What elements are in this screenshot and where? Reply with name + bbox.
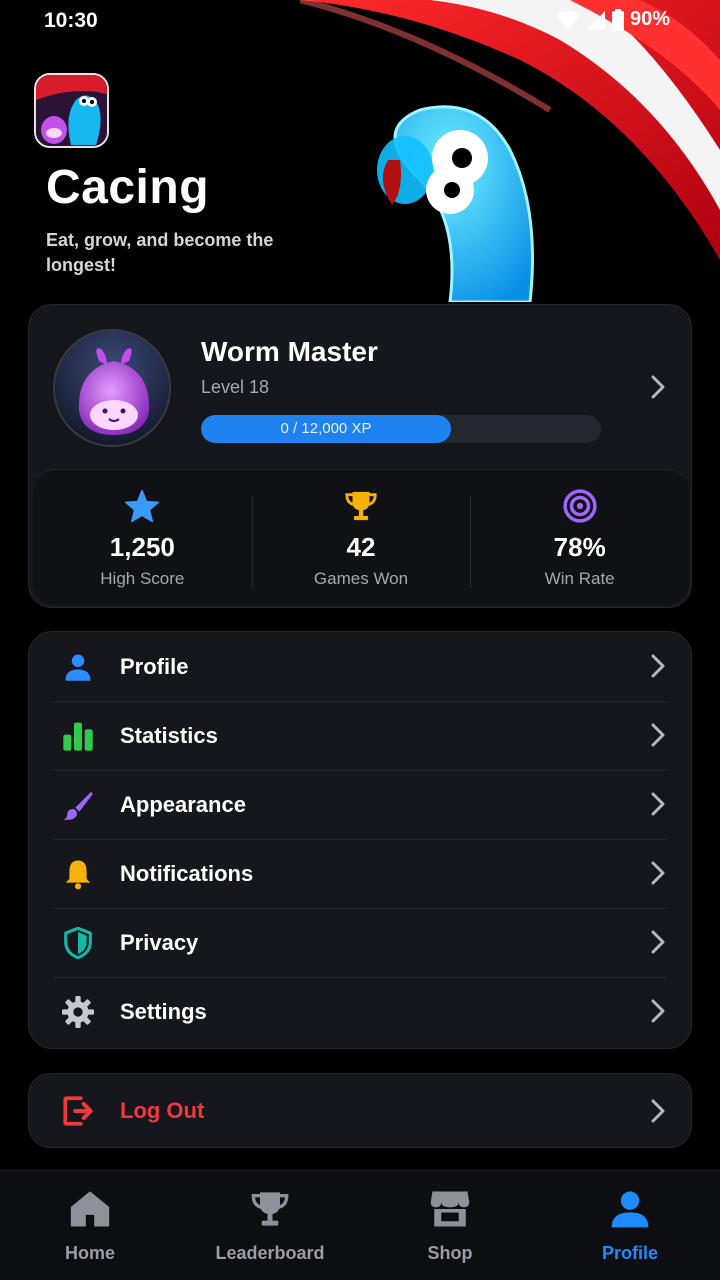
- stat-label: Win Rate: [544, 569, 615, 588]
- hero-banner: Cacing Eat, grow, and become the longest…: [0, 0, 720, 302]
- nav-label: Shop: [427, 1243, 473, 1263]
- stat-win-rate: 78% Win Rate: [470, 470, 689, 605]
- nav-label: Profile: [601, 1243, 658, 1263]
- menu-label: Appearance: [120, 791, 246, 817]
- stat-high-score: 1,250 High Score: [33, 470, 252, 605]
- chevron-right-icon: [651, 375, 665, 399]
- app-icon: [34, 73, 109, 148]
- wifi-icon: [555, 10, 580, 29]
- nav-home[interactable]: Home: [0, 1171, 180, 1280]
- status-time: 10:30: [44, 9, 98, 32]
- app-title: Cacing: [46, 161, 210, 214]
- chevron-right-icon: [651, 723, 665, 747]
- chevron-right-icon: [651, 792, 665, 816]
- chevron-right-icon: [651, 861, 665, 885]
- cellular-icon: [586, 10, 605, 29]
- logout-icon: [63, 1096, 93, 1126]
- menu-label: Statistics: [120, 722, 218, 748]
- shield-icon: [64, 926, 92, 959]
- avatar: [53, 329, 171, 447]
- stat-games-won: 42 Games Won: [251, 470, 471, 605]
- xp-text: 0 / 12,000 XP: [280, 420, 372, 437]
- worm-hero-illustration: [300, 0, 720, 302]
- trophy-icon: [251, 1192, 289, 1226]
- bottom-navigation: Home Leaderboard Shop Profile: [0, 1170, 720, 1280]
- menu-label: Privacy: [120, 929, 199, 955]
- status-icons: 90%: [555, 8, 670, 31]
- menu-label: Notifications: [120, 860, 254, 886]
- username: Worm Master: [201, 336, 378, 367]
- battery-icon: [611, 8, 624, 31]
- star-icon: [125, 489, 160, 523]
- nav-label: Leaderboard: [215, 1243, 325, 1263]
- stat-value: 78%: [553, 532, 606, 562]
- user-icon: [611, 1191, 649, 1228]
- menu-item-appearance[interactable]: Appearance: [29, 770, 691, 839]
- menu-label: Settings: [120, 998, 207, 1024]
- level-label: Level 18: [201, 377, 270, 397]
- blob-mascot-icon: [55, 331, 169, 445]
- stat-label: Games Won: [313, 569, 409, 588]
- settings-menu: Profile Statistics Appearance Notificati…: [28, 631, 692, 1049]
- bar-chart-icon: [63, 722, 93, 751]
- gear-icon: [62, 995, 94, 1028]
- store-icon: [430, 1191, 470, 1227]
- menu-item-statistics[interactable]: Statistics: [29, 701, 691, 770]
- chevron-right-icon: [651, 654, 665, 678]
- stat-value: 42: [346, 532, 376, 562]
- nav-leaderboard[interactable]: Leaderboard: [180, 1171, 360, 1280]
- logout-label: Log Out: [120, 1098, 205, 1123]
- user-icon: [65, 654, 91, 681]
- nav-label: Home: [64, 1243, 115, 1263]
- chevron-right-icon: [651, 1099, 665, 1123]
- stats-panel: 1,250 High Score 42 Games Won 78% Win Ra…: [33, 469, 689, 605]
- menu-label: Profile: [120, 653, 189, 679]
- stat-value: 1,250: [109, 532, 175, 562]
- nav-shop[interactable]: Shop: [360, 1171, 540, 1280]
- chevron-right-icon: [651, 930, 665, 954]
- chevron-right-icon: [651, 999, 665, 1023]
- stat-label: High Score: [100, 569, 185, 588]
- nav-profile[interactable]: Profile: [540, 1171, 720, 1280]
- brush-icon: [63, 791, 93, 820]
- logout-button[interactable]: Log Out: [28, 1073, 692, 1148]
- status-bar: 10:30 90%: [0, 0, 720, 42]
- battery-level: 90%: [629, 8, 670, 30]
- app-tagline: Eat, grow, and become the longest!: [46, 230, 274, 275]
- home-icon: [70, 1191, 110, 1227]
- target-icon: [563, 489, 597, 523]
- profile-card[interactable]: Worm Master Level 18 0 / 12,000 XP 1,250…: [28, 304, 692, 608]
- app-logo-icon: [36, 75, 107, 146]
- menu-item-privacy[interactable]: Privacy: [29, 908, 691, 977]
- menu-item-settings[interactable]: Settings: [29, 977, 691, 1046]
- menu-item-notifications[interactable]: Notifications: [29, 839, 691, 908]
- menu-item-profile[interactable]: Profile: [29, 632, 691, 701]
- bell-icon: [65, 859, 91, 889]
- trophy-icon: [345, 491, 377, 521]
